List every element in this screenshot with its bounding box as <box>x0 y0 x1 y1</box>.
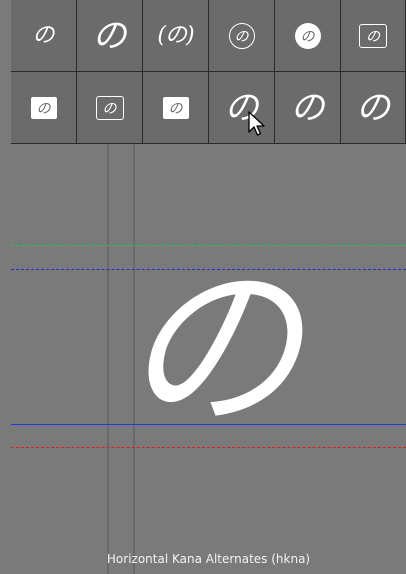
glyph-cell[interactable]: の <box>11 72 77 144</box>
glyph-cell[interactable]: の <box>275 0 341 72</box>
glyph-no-boxed: の <box>95 95 124 120</box>
glyph-no-boxed-solid: の <box>30 96 57 119</box>
glyph-cell[interactable]: (の) <box>143 0 209 72</box>
glyph-preview-panel: の Horizontal Kana Alternates (hkna) <box>11 144 406 574</box>
glyph-no: の <box>290 87 325 128</box>
glyph-cell[interactable]: の <box>77 72 143 144</box>
glyph-no-narrow: の <box>32 22 55 48</box>
glyph-no-circled: の <box>228 22 255 49</box>
glyph-cell[interactable]: の <box>275 72 341 144</box>
glyph-cell[interactable]: の <box>341 0 406 72</box>
glyph-no: の <box>92 15 127 56</box>
glyph-cell[interactable]: の <box>77 0 143 72</box>
glyph-no-boxed-solid-rounded: の <box>162 96 189 119</box>
glyph-cell[interactable]: の <box>143 72 209 144</box>
left-margin-strip <box>0 0 11 574</box>
preview-glyph: の <box>121 244 302 453</box>
glyph-no: の <box>356 87 390 128</box>
glyph-no-circled-solid: の <box>294 22 321 49</box>
glyph-cell[interactable]: の <box>209 0 275 72</box>
guide-vertical <box>107 144 109 574</box>
glyph-cell[interactable]: の <box>341 72 406 144</box>
glyph-alternates-grid: の の (の) の の の の の の の の の <box>11 0 406 144</box>
glyph-no-boxed: の <box>359 23 387 48</box>
glyph-no-parenthesized: (の) <box>157 22 194 48</box>
mouse-cursor-icon <box>248 111 265 136</box>
glyph-cell[interactable]: の <box>11 0 77 72</box>
feature-caption: Horizontal Kana Alternates (hkna) <box>106 552 311 566</box>
